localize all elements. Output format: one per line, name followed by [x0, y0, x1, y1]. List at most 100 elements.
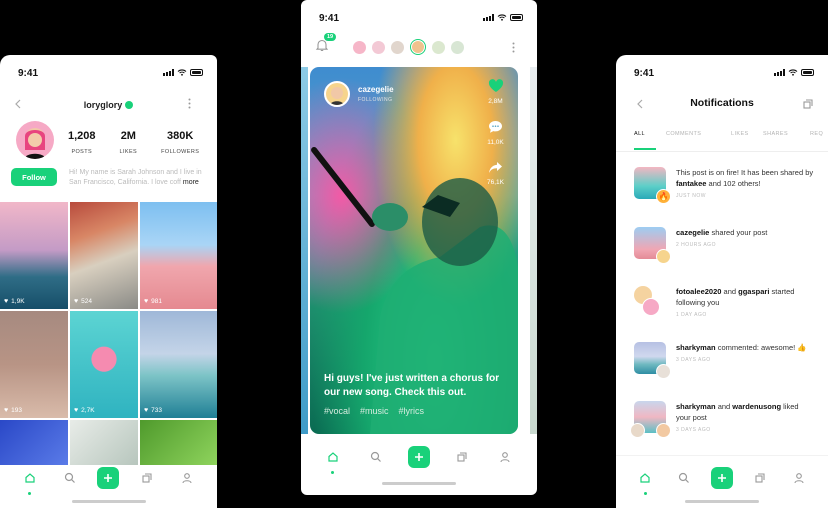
share-action[interactable]: 76,1K — [487, 161, 504, 186]
tab-bar — [301, 434, 537, 479]
tab-create[interactable] — [97, 466, 120, 489]
story-avatar[interactable] — [353, 40, 366, 54]
heart-icon: ♥ — [74, 298, 79, 305]
heart-icon — [488, 79, 503, 92]
tab-search[interactable] — [672, 466, 696, 490]
notification-time: 1 DAY AGO — [676, 312, 707, 318]
home-indicator — [71, 500, 146, 503]
story-avatar[interactable] — [451, 40, 464, 54]
tab-create[interactable] — [407, 445, 430, 468]
story-avatar[interactable] — [372, 40, 385, 54]
notification-item[interactable]: sharkyman commented: awesome! 👍 3 DAYS A… — [634, 342, 814, 379]
tab-search[interactable] — [58, 466, 82, 490]
tab-home[interactable] — [321, 445, 345, 474]
follow-status: FOLLOWING — [358, 97, 393, 103]
tab-home[interactable] — [633, 466, 657, 495]
prev-card-peek — [301, 67, 308, 434]
heart-icon: ♥ — [4, 298, 9, 305]
notification-time: 3 DAYS AGO — [676, 427, 711, 433]
tab-home[interactable] — [18, 466, 42, 495]
user-link[interactable]: wardenusong — [732, 402, 781, 411]
grid-post[interactable]: ♥ 524 — [70, 202, 138, 309]
hashtag-link[interactable]: #music — [360, 406, 389, 416]
notification-item[interactable]: fotoalee2020 and ggaspari started follow… — [634, 286, 814, 318]
profile-avatar[interactable] — [16, 121, 54, 159]
profile-icon — [182, 472, 192, 483]
notification-time: 2 HOURS AGO — [676, 242, 716, 248]
story-avatar[interactable] — [391, 40, 404, 54]
grid-post[interactable]: ♥ 2,7K — [70, 311, 138, 418]
signal-icon — [483, 14, 494, 21]
tab-requests[interactable]: REQ — [810, 131, 826, 150]
tab-search[interactable] — [364, 445, 388, 469]
comment-count: 11,0K — [487, 139, 504, 146]
tab-comments[interactable]: COMMENTS — [666, 131, 731, 150]
tab-profile[interactable] — [175, 466, 199, 490]
grid-post[interactable]: ♥ 193 — [0, 311, 68, 418]
user-link[interactable]: fotoalee2020 — [676, 287, 721, 296]
user-link[interactable]: ggaspari — [738, 287, 769, 296]
user-link[interactable]: sharkyman — [676, 343, 716, 352]
video-actions: 2,8M 11,0K 76,1K — [487, 79, 504, 201]
stat-label: FOLLOWERS — [161, 149, 200, 155]
notification-time: JUST NOW — [676, 193, 707, 199]
more-icon[interactable] — [188, 98, 191, 109]
notification-tabs: ALL COMMENTS LIKES SHARES REQ — [634, 131, 826, 150]
profile-username: loryglory — [0, 100, 217, 110]
story-avatar[interactable] — [432, 40, 445, 54]
plus-icon — [717, 474, 726, 482]
story-avatar-active[interactable] — [410, 39, 426, 55]
notification-time: 3 DAYS AGO — [676, 357, 711, 363]
battery-icon — [190, 69, 203, 76]
plus-icon — [414, 452, 423, 461]
video-card[interactable]: cazegelie FOLLOWING 2,8M 11,0K 76,1K Hi … — [310, 67, 518, 434]
more-icon[interactable] — [512, 42, 515, 53]
tab-all[interactable]: ALL — [634, 131, 666, 150]
heart-icon: ♥ — [4, 407, 9, 414]
grid-post[interactable]: ♥ 981 — [140, 202, 217, 309]
tab-create[interactable] — [710, 467, 733, 489]
creator-info[interactable]: cazegelie FOLLOWING — [324, 81, 394, 107]
grid-post[interactable]: ♥ 1,9K — [0, 202, 68, 309]
creator-name[interactable]: cazegelie — [358, 85, 394, 94]
user-avatar — [656, 249, 671, 264]
bio-more-link[interactable]: more — [183, 179, 199, 186]
tab-library[interactable] — [450, 445, 474, 469]
profile-stats: 1,208 POSTS 2M LIKES 380K FOLLOWERS — [68, 130, 199, 155]
notification-text: sharkyman commented: awesome! 👍 — [676, 343, 807, 352]
notifications-button[interactable]: 19 — [315, 33, 337, 56]
like-action[interactable]: 2,8M — [488, 79, 504, 105]
notification-item[interactable]: cazegelie shared your post 2 HOURS AGO — [634, 227, 814, 264]
user-link[interactable]: fantakee — [676, 179, 706, 188]
notification-item[interactable]: 🔥 This post is on fire! It has been shar… — [634, 167, 814, 204]
tab-library[interactable] — [135, 466, 159, 490]
hashtags: #vocal #music #lyrics — [324, 406, 424, 416]
tab-likes[interactable]: LIKES — [731, 131, 763, 150]
notification-text: sharkyman and wardenusong liked your pos… — [676, 402, 799, 422]
status-bar: 9:41 — [0, 55, 217, 85]
tab-profile[interactable] — [787, 466, 811, 490]
heart-icon: ♥ — [144, 407, 149, 414]
user-link[interactable]: sharkyman — [676, 402, 716, 411]
comment-action[interactable]: 11,0K — [487, 120, 504, 146]
stat-followers: 380K FOLLOWERS — [161, 130, 199, 155]
hashtag-link[interactable]: #vocal — [324, 406, 350, 416]
tab-profile[interactable] — [493, 445, 517, 469]
avatar-group — [634, 286, 666, 318]
follow-button[interactable]: Follow — [11, 168, 57, 186]
grid-post[interactable]: ♥ 733 — [140, 311, 217, 418]
layers-icon — [142, 472, 152, 483]
notification-item[interactable]: sharkyman and wardenusong liked your pos… — [630, 401, 814, 438]
search-icon — [64, 472, 75, 483]
tab-library[interactable] — [748, 466, 772, 490]
tab-shares[interactable]: SHARES — [763, 131, 810, 150]
creator-avatar[interactable] — [324, 81, 350, 107]
tab-bar — [616, 455, 828, 500]
user-link[interactable]: cazegelie — [676, 228, 709, 237]
wifi-icon — [177, 69, 187, 76]
layers-icon[interactable] — [802, 98, 814, 110]
hashtag-link[interactable]: #lyrics — [399, 406, 425, 416]
notification-text: This post is on fire! It has been shared… — [676, 168, 814, 188]
post-thumbnail — [634, 342, 671, 379]
notification-text: cazegelie shared your post — [676, 228, 768, 237]
